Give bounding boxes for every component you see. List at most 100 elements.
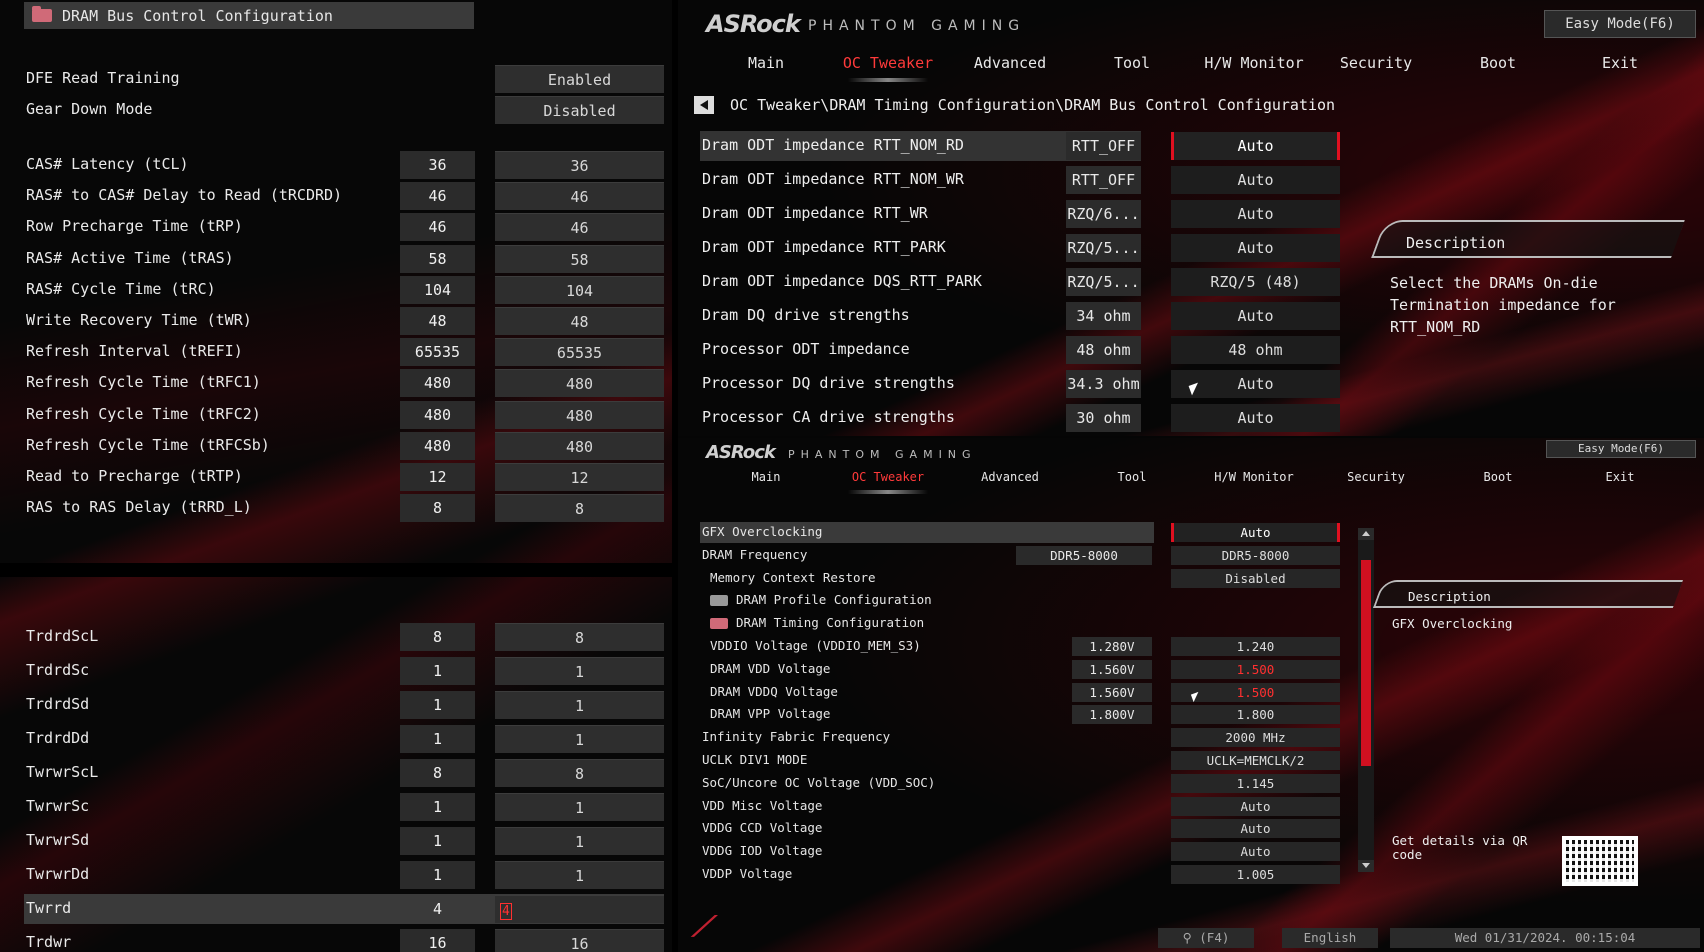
- tab-tool[interactable]: Tool: [1072, 54, 1192, 72]
- setting-value-dropdown[interactable]: DDR5-8000: [1171, 545, 1340, 565]
- scroll-up-icon[interactable]: [1358, 528, 1374, 540]
- timing-input[interactable]: 46: [495, 182, 664, 211]
- setting-value-dropdown[interactable]: 1.500: [1171, 659, 1340, 679]
- scroll-down-icon[interactable]: [1358, 860, 1374, 872]
- tab-h-w-monitor[interactable]: H/W Monitor: [1194, 470, 1314, 484]
- setting-value-dropdown[interactable]: 1.005: [1171, 865, 1340, 884]
- subtiming-row[interactable]: Trdwr 16 16: [24, 928, 664, 952]
- setting-value-dropdown[interactable]: Auto: [1171, 404, 1340, 432]
- setting-value-dropdown[interactable]: Auto: [1171, 200, 1340, 228]
- setting-value-dropdown[interactable]: 1.240: [1171, 637, 1340, 656]
- language-button[interactable]: English: [1282, 928, 1378, 948]
- setting-value-dropdown[interactable]: Disabled: [495, 96, 664, 124]
- setting-value-dropdown[interactable]: 48 ohm: [1171, 336, 1340, 364]
- setting-value-dropdown[interactable]: Auto: [1171, 796, 1340, 816]
- timing-row[interactable]: Refresh Cycle Time (tRFC2) 480 480: [24, 400, 664, 430]
- submenu-link[interactable]: DRAM Profile Configuration: [700, 590, 1340, 611]
- timing-row[interactable]: Read to Precharge (tRTP) 12 12: [24, 462, 664, 492]
- setting-row[interactable]: Dram ODT impedance RTT_NOM_WR RTT_OFF Auto: [700, 165, 1340, 195]
- subtiming-input[interactable]: 16: [495, 929, 664, 952]
- setting-value-dropdown[interactable]: 1.145: [1171, 773, 1340, 793]
- setting-row[interactable]: SoC/Uncore OC Voltage (VDD_SOC) 1.145: [700, 773, 1340, 794]
- setting-value-dropdown[interactable]: Auto: [1171, 234, 1340, 262]
- tab-security[interactable]: Security: [1316, 470, 1436, 484]
- setting-row[interactable]: VDDG CCD Voltage Auto: [700, 818, 1340, 839]
- subtiming-row[interactable]: TrdrdScL 8 8: [24, 622, 664, 652]
- tab-boot[interactable]: Boot: [1438, 470, 1558, 484]
- setting-value-dropdown[interactable]: 2000 MHz: [1171, 728, 1340, 748]
- setting-row[interactable]: Processor ODT impedance 48 ohm 48 ohm: [700, 335, 1340, 365]
- setting-row[interactable]: VDDG IOD Voltage Auto: [700, 841, 1340, 862]
- timing-input[interactable]: 480: [495, 369, 664, 398]
- tab-main[interactable]: Main: [706, 54, 826, 72]
- timing-row[interactable]: RAS to RAS Delay (tRRD_L) 8 8: [24, 493, 664, 523]
- subtiming-input[interactable]: 8: [495, 759, 664, 787]
- setting-row[interactable]: Dram ODT impedance DQS_RTT_PARK RZQ/5... R…: [700, 267, 1340, 297]
- easy-mode-button[interactable]: Easy Mode(F6): [1546, 440, 1696, 458]
- timing-row[interactable]: Refresh Cycle Time (tRFCSb) 480 480: [24, 431, 664, 461]
- setting-row[interactable]: DFE Read Training Enabled: [24, 64, 664, 94]
- tab-exit[interactable]: Exit: [1560, 470, 1680, 484]
- tab-advanced[interactable]: Advanced: [950, 470, 1070, 484]
- setting-row[interactable]: Dram ODT impedance RTT_NOM_RD RTT_OFF Auto: [700, 131, 1340, 161]
- setting-row[interactable]: DRAM VDDQ Voltage 1.560V 1.500: [700, 682, 1340, 703]
- tab-h-w-monitor[interactable]: H/W Monitor: [1194, 54, 1314, 72]
- timing-row[interactable]: Refresh Interval (tREFI) 65535 65535: [24, 337, 664, 367]
- setting-row[interactable]: VDD Misc Voltage Auto: [700, 796, 1340, 817]
- timing-row[interactable]: RAS# Active Time (tRAS) 58 58: [24, 244, 664, 274]
- timing-row[interactable]: Refresh Cycle Time (tRFC1) 480 480: [24, 368, 664, 398]
- tab-boot[interactable]: Boot: [1438, 54, 1558, 72]
- easy-mode-button[interactable]: Easy Mode(F6): [1544, 10, 1696, 38]
- setting-row[interactable]: VDDIO Voltage (VDDIO_MEM_S3) 1.280V 1.240: [700, 636, 1340, 657]
- timing-row[interactable]: Row Precharge Time (tRP) 46 46: [24, 212, 664, 242]
- tab-advanced[interactable]: Advanced: [950, 54, 1070, 72]
- search-button[interactable]: ⚲ (F4): [1158, 928, 1254, 948]
- setting-row[interactable]: Dram ODT impedance RTT_PARK RZQ/5... Auto: [700, 233, 1340, 263]
- timing-row[interactable]: Write Recovery Time (tWR) 48 48: [24, 306, 664, 336]
- tab-oc-tweaker[interactable]: OC Tweaker: [828, 470, 948, 484]
- timing-input[interactable]: 36: [495, 151, 664, 179]
- setting-row[interactable]: GFX Overclocking Auto: [700, 522, 1340, 543]
- setting-row[interactable]: Memory Context Restore Disabled: [700, 568, 1340, 589]
- setting-row[interactable]: Processor DQ drive strengths 34.3 ohm Auto: [700, 369, 1340, 399]
- scrollbar-thumb[interactable]: [1361, 560, 1371, 766]
- back-arrow-icon[interactable]: [694, 96, 714, 114]
- setting-row[interactable]: Gear Down Mode Disabled: [24, 95, 664, 125]
- timing-input[interactable]: 58: [495, 244, 664, 273]
- subtiming-input[interactable]: 1: [495, 657, 664, 685]
- subtiming-row[interactable]: TrdrdSd 1 1: [24, 690, 664, 720]
- setting-value-dropdown[interactable]: Enabled: [495, 65, 664, 93]
- tab-security[interactable]: Security: [1316, 54, 1436, 72]
- tab-oc-tweaker[interactable]: OC Tweaker: [828, 54, 948, 72]
- setting-value-dropdown[interactable]: Auto: [1171, 819, 1340, 839]
- timing-input[interactable]: 8: [495, 494, 664, 523]
- timing-input[interactable]: 480: [495, 431, 664, 460]
- scrollbar[interactable]: [1358, 528, 1374, 872]
- subtiming-input[interactable]: 1: [495, 793, 664, 821]
- timing-input[interactable]: 48: [495, 307, 664, 335]
- setting-value-dropdown[interactable]: 1.800: [1171, 705, 1340, 725]
- timing-input[interactable]: 480: [495, 400, 664, 429]
- subtiming-input[interactable]: 1: [495, 691, 664, 719]
- tab-exit[interactable]: Exit: [1560, 54, 1680, 72]
- subtiming-row[interactable]: TwrwrSd 1 1: [24, 826, 664, 856]
- timing-input[interactable]: 65535: [495, 338, 664, 367]
- setting-value-dropdown[interactable]: Auto: [1171, 842, 1340, 862]
- tab-main[interactable]: Main: [706, 470, 826, 484]
- timing-input[interactable]: 104: [495, 275, 664, 304]
- subtiming-row[interactable]: Twrrd 4 4: [24, 894, 664, 924]
- setting-row[interactable]: DRAM VPP Voltage 1.800V 1.800: [700, 704, 1340, 725]
- subtiming-input[interactable]: 4: [495, 895, 664, 923]
- tab-tool[interactable]: Tool: [1072, 470, 1192, 484]
- subtiming-row[interactable]: TwrwrDd 1 1: [24, 860, 664, 890]
- setting-value-dropdown[interactable]: Auto: [1171, 132, 1340, 160]
- subtiming-input[interactable]: 8: [495, 623, 664, 651]
- timing-row[interactable]: RAS# Cycle Time (tRC) 104 104: [24, 275, 664, 305]
- timing-input[interactable]: 46: [495, 213, 664, 242]
- setting-row[interactable]: UCLK DIV1 MODE UCLK=MEMCLK/2: [700, 750, 1340, 771]
- subtiming-input[interactable]: 1: [495, 861, 664, 889]
- setting-value-dropdown[interactable]: Auto: [1171, 166, 1340, 194]
- subtiming-input[interactable]: 1: [495, 827, 664, 855]
- setting-value-dropdown[interactable]: Auto: [1171, 302, 1340, 330]
- setting-value-dropdown[interactable]: Disabled: [1171, 568, 1340, 588]
